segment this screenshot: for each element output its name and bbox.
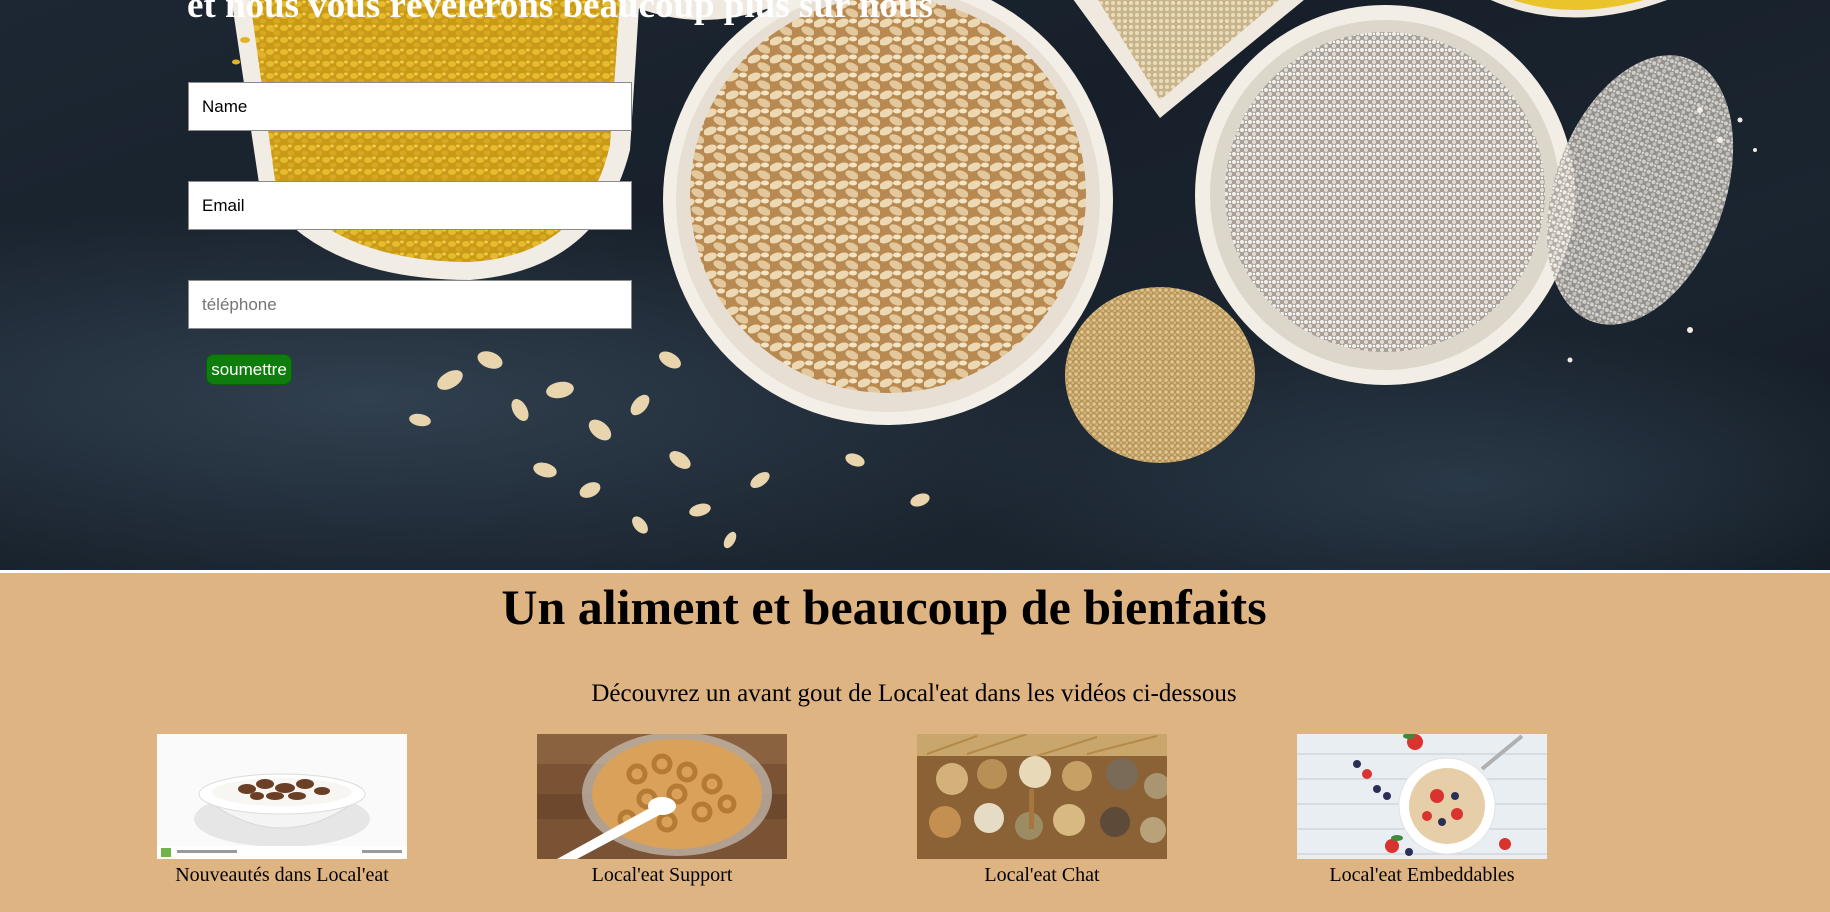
video-caption: Local'eat Support [591,864,733,886]
video-card-nouveautes[interactable]: Nouveautés dans Local'eat [157,734,407,887]
phone-field[interactable] [188,280,632,329]
video-caption: Local'eat Chat [984,864,1100,886]
hero-heading: et nous vous révèlerons beaucoup plus su… [187,0,933,26]
hero-banner: et nous vous révèlerons beaucoup plus su… [0,0,1830,570]
cheerios-bowl-image [537,734,787,859]
video-card-chat[interactable]: Local'eat Chat [917,734,1167,887]
video-card-embeddables[interactable]: Local'eat Embeddables [1297,734,1547,887]
video-caption: Local'eat Embeddables [1329,864,1515,886]
oatmeal-berries-image [1297,734,1547,859]
video-caption: Nouveautés dans Local'eat [175,864,389,886]
email-field[interactable] [188,181,632,230]
cereal-bowl-milk-image [157,734,407,859]
video-card-support[interactable]: Local'eat Support [537,734,787,887]
section-subtitle: Découvrez un avant gout de Local'eat dan… [591,680,1237,707]
section-title: Un aliment et beaucoup de bienfaits [501,579,1267,635]
name-field[interactable] [188,82,632,131]
submit-button[interactable]: soumettre [206,354,292,385]
benefits-section: Un aliment et beaucoup de bienfaits Déco… [0,573,1830,912]
grain-spoons-image [917,734,1167,859]
